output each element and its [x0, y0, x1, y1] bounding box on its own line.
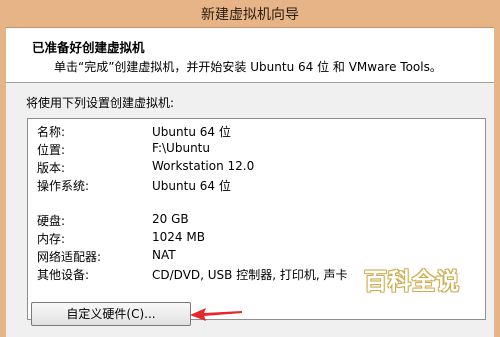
summary-value: Ubuntu 64 位	[152, 125, 231, 139]
window-frame-right	[494, 27, 500, 337]
summary-key: 名称:	[37, 125, 66, 139]
summary-value: 1024 MB	[152, 230, 205, 244]
summary-row-location: 位置: F:\Ubuntu	[28, 141, 485, 159]
summary-value: Ubuntu 64 位	[152, 179, 231, 193]
window-title: 新建虚拟机向导	[201, 7, 299, 23]
watermark: 百科全说 助你轻松解决	[346, 262, 466, 310]
summary-key: 网络适配器:	[37, 250, 102, 264]
red-arrow-annotation	[190, 308, 242, 321]
summary-row-memory: 内存: 1024 MB	[28, 230, 485, 248]
watermark-subtitle: 助你轻松解决	[371, 293, 437, 306]
header-title: 已准备好创建虚拟机	[32, 40, 145, 55]
summary-value: CD/DVD, USB 控制器, 打印机, 声卡	[152, 268, 348, 282]
summary-row-os: 操作系统: Ubuntu 64 位	[28, 177, 485, 195]
summary-value: NAT	[152, 248, 176, 262]
summary-key: 位置:	[37, 143, 66, 157]
summary-row-name: 名称: Ubuntu 64 位	[28, 123, 485, 141]
summary-key: 硬盘:	[37, 214, 66, 228]
summary-value: 20 GB	[152, 212, 189, 226]
settings-intro-label: 将使用下列设置创建虚拟机:	[26, 96, 175, 110]
summary-key: 操作系统:	[37, 179, 90, 193]
summary-row-version: 版本: Workstation 12.0	[28, 159, 485, 177]
summary-value: Workstation 12.0	[152, 159, 255, 173]
summary-row-disk: 硬盘: 20 GB	[28, 212, 485, 230]
header-subtitle: 单击“完成”创建虚拟机，并开始安装 Ubuntu 64 位 和 VMware T…	[54, 60, 442, 74]
customize-hardware-button[interactable]: 自定义硬件(C)...	[31, 302, 191, 326]
summary-value: F:\Ubuntu	[152, 141, 210, 155]
wizard-header: 已准备好创建虚拟机 单击“完成”创建虚拟机，并开始安装 Ubuntu 64 位 …	[6, 28, 494, 83]
summary-key: 其他设备:	[37, 268, 90, 282]
summary-key: 版本:	[37, 161, 66, 175]
summary-key: 内存:	[37, 232, 66, 246]
window-titlebar: 新建虚拟机向导	[0, 0, 500, 28]
